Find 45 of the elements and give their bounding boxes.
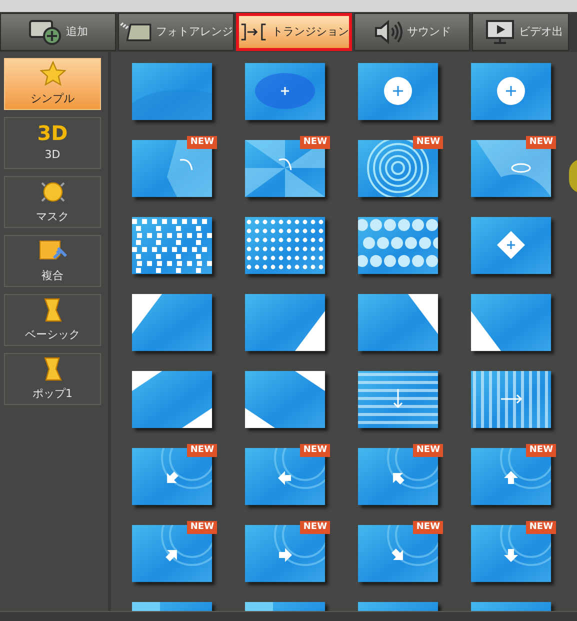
- transition-thumbnail[interactable]: [471, 294, 551, 351]
- new-badge: NEW: [413, 444, 443, 457]
- toolbar-tab[interactable]: フォトアレンジ: [118, 13, 234, 51]
- transition-thumbnail[interactable]: [358, 294, 438, 351]
- transition-thumbnail[interactable]: [471, 63, 551, 120]
- transition-thumbnail[interactable]: [132, 63, 212, 120]
- add-media-icon: [28, 19, 62, 45]
- transition-thumbnail[interactable]: [245, 371, 325, 428]
- photo-frame-icon: [119, 20, 152, 44]
- new-badge: NEW: [526, 444, 556, 457]
- transition-thumbnail[interactable]: [358, 217, 438, 274]
- new-badge: NEW: [187, 521, 217, 534]
- new-badge: NEW: [187, 444, 217, 457]
- transition-thumbnail[interactable]: [471, 371, 551, 428]
- transition-thumbnail[interactable]: [358, 371, 438, 428]
- new-badge: NEW: [300, 136, 330, 149]
- transition-thumbnail[interactable]: [358, 63, 438, 120]
- speaker-icon: [373, 20, 403, 44]
- toolbar-tab[interactable]: サウンド: [354, 13, 470, 51]
- transition-thumbnail[interactable]: [245, 217, 325, 274]
- 3d-icon: 3D: [37, 122, 68, 143]
- new-badge: NEW: [187, 136, 217, 149]
- new-badge: NEW: [413, 136, 443, 149]
- new-badge: NEW: [413, 521, 443, 534]
- new-badge: NEW: [526, 136, 556, 149]
- toolbar-tab[interactable]: トランジション: [236, 13, 352, 51]
- toolbar-tab[interactable]: 追加: [0, 13, 116, 51]
- transition-thumbnail[interactable]: [132, 217, 212, 274]
- transition-thumbnail[interactable]: [132, 371, 212, 428]
- transition-thumbnail[interactable]: [245, 63, 325, 120]
- category-item[interactable]: ポップ1: [4, 353, 101, 405]
- star-icon: [40, 60, 66, 87]
- transition-thumbnail[interactable]: [245, 294, 325, 351]
- toolbar-tab[interactable]: ビデオ出: [472, 13, 569, 51]
- transition-thumbnail[interactable]: [471, 217, 551, 274]
- category-item[interactable]: ベーシック: [4, 294, 101, 346]
- new-badge: NEW: [300, 521, 330, 534]
- category-item[interactable]: 複合: [4, 235, 101, 287]
- transition-thumbnail[interactable]: [132, 294, 212, 351]
- category-item[interactable]: マスク: [4, 176, 101, 228]
- monitor-play-icon: [485, 19, 515, 45]
- new-badge: NEW: [300, 444, 330, 457]
- category-item[interactable]: 3D 3D: [4, 117, 101, 169]
- new-badge: NEW: [526, 521, 556, 534]
- category-item[interactable]: シンプル: [4, 58, 101, 110]
